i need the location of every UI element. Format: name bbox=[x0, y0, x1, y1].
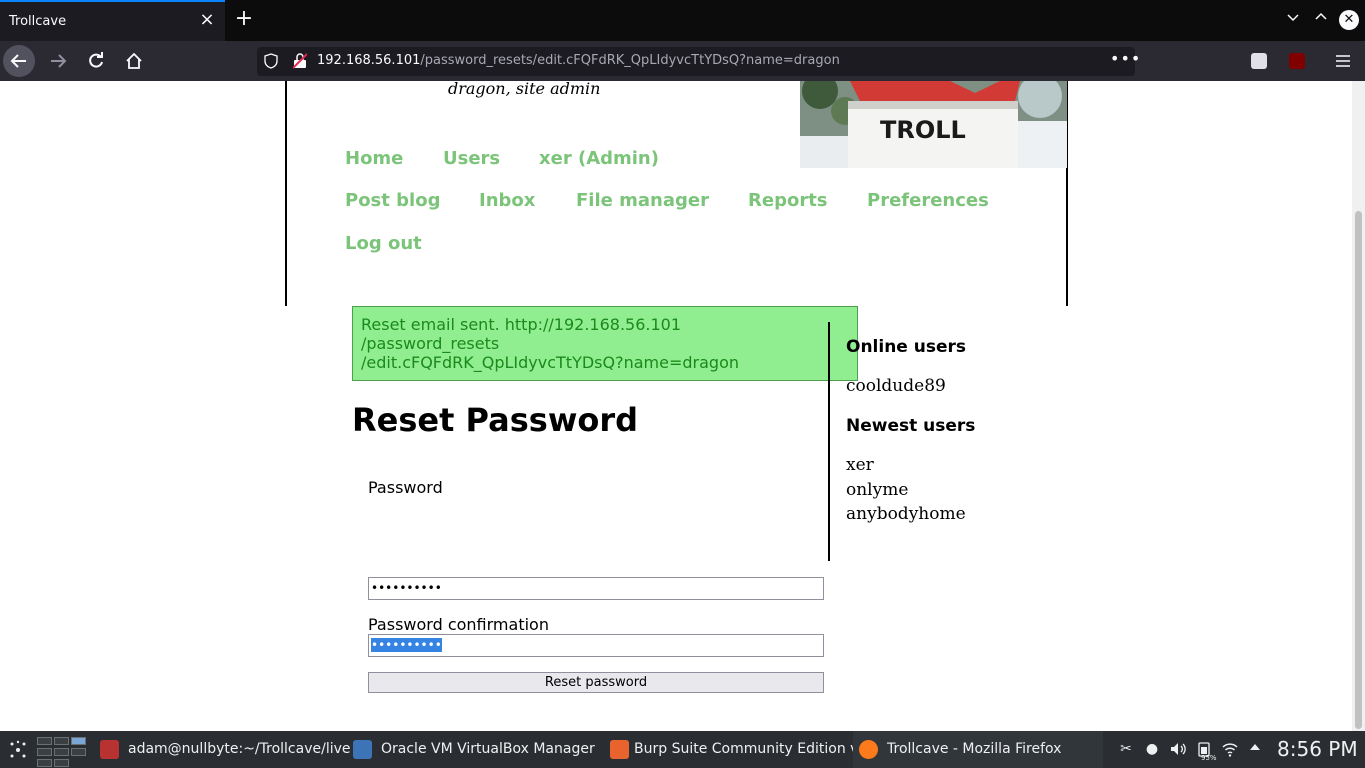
forward-icon[interactable] bbox=[42, 45, 74, 77]
tab-title: Trollcave bbox=[9, 14, 67, 29]
nav-current-user[interactable]: xer (Admin) bbox=[539, 148, 659, 169]
nav-inbox[interactable]: Inbox bbox=[479, 190, 535, 211]
browser-tab[interactable]: Trollcave × bbox=[0, 0, 225, 41]
nav-file-manager[interactable]: File manager bbox=[576, 190, 709, 211]
flash-line: /edit.cFQFdRK_QpLIdyvcTtYDsQ?name=dragon bbox=[361, 353, 739, 372]
virtual-desktop-pager[interactable] bbox=[37, 734, 88, 767]
task-burp-suite[interactable]: Burp Suite Community Edition v2... bbox=[634, 731, 881, 768]
close-tab-icon[interactable]: × bbox=[199, 11, 215, 29]
nav-preferences[interactable]: Preferences bbox=[867, 190, 989, 211]
nav-log-out[interactable]: Log out bbox=[345, 233, 422, 254]
battery-percent: 95% bbox=[1201, 754, 1217, 762]
tracking-shield-icon[interactable] bbox=[264, 53, 278, 69]
newest-user-link[interactable]: xer bbox=[846, 455, 874, 475]
troll-sign-graphic: TROLL bbox=[800, 81, 1067, 168]
task-terminal[interactable]: adam@nullbyte:~/Trollcave/live bbox=[128, 731, 351, 768]
task-virtualbox[interactable]: Oracle VM VirtualBox Manager bbox=[381, 731, 595, 768]
online-users-heading: Online users bbox=[846, 337, 967, 357]
newest-users-heading: Newest users bbox=[846, 416, 976, 436]
url-bar[interactable]: 192.168.56.101/password_resets/edit.cFQF… bbox=[257, 47, 1140, 76]
firefox-icon bbox=[859, 740, 878, 759]
menu-icon[interactable] bbox=[1335, 53, 1351, 69]
page-scrollbar[interactable] bbox=[1352, 81, 1365, 731]
volume-icon[interactable] bbox=[1169, 740, 1187, 758]
nav-users[interactable]: Users bbox=[443, 148, 500, 169]
new-tab-icon[interactable]: + bbox=[233, 8, 255, 30]
troll-logo-image: TROLL bbox=[800, 81, 1067, 168]
page-title: Reset Password bbox=[352, 401, 639, 439]
flash-notice: Reset email sent. http://192.168.56.101 … bbox=[352, 306, 858, 381]
scrollbar-thumb[interactable] bbox=[1355, 211, 1362, 729]
reset-password-button[interactable]: Reset password bbox=[368, 672, 824, 693]
ublock-origin-icon[interactable] bbox=[1289, 53, 1305, 69]
flash-line: /password_resets bbox=[361, 334, 500, 353]
clock[interactable]: 8:56 PM bbox=[1277, 737, 1358, 761]
tab-bar: Trollcave × + ✕ bbox=[0, 0, 1365, 41]
content-divider bbox=[828, 322, 830, 561]
back-icon[interactable] bbox=[3, 45, 35, 77]
extension-icon[interactable] bbox=[1251, 53, 1267, 69]
site-subtitle: dragon, site admin bbox=[448, 81, 601, 98]
reload-icon[interactable] bbox=[80, 45, 112, 77]
password-value: •••••••••• bbox=[371, 581, 442, 595]
wifi-icon[interactable] bbox=[1221, 740, 1239, 758]
task-firefox[interactable]: Trollcave - Mozilla Firefox bbox=[887, 731, 1061, 768]
flash-line: Reset email sent. http://192.168.56.101 bbox=[361, 315, 682, 334]
online-user-link[interactable]: cooldude89 bbox=[846, 376, 946, 396]
newest-user-link[interactable]: anybodyhome bbox=[846, 504, 966, 524]
nav-home[interactable]: Home bbox=[345, 148, 403, 169]
password-confirmation-value: •••••••••• bbox=[371, 638, 442, 652]
virtualbox-icon bbox=[353, 740, 372, 759]
newest-user-link[interactable]: onlyme bbox=[846, 480, 908, 500]
header-border-left bbox=[285, 81, 287, 306]
url-host: 192.168.56.101 bbox=[317, 53, 421, 68]
tray-expand-icon[interactable] bbox=[1246, 740, 1264, 758]
page-actions-icon[interactable]: ••• bbox=[1110, 49, 1141, 68]
password-confirmation-label: Password confirmation bbox=[368, 615, 549, 634]
logo-text: TROLL bbox=[880, 116, 966, 144]
password-input[interactable]: •••••••••• bbox=[368, 577, 824, 600]
page-viewport: dragon, site admin TROLL Home Users xer … bbox=[0, 81, 1352, 731]
chevron-down-icon[interactable] bbox=[1282, 9, 1304, 31]
password-label: Password bbox=[368, 478, 443, 497]
password-confirmation-input[interactable]: •••••••••• bbox=[368, 634, 824, 657]
lightbulb-icon[interactable]: ● bbox=[1143, 740, 1161, 758]
navigation-toolbar: 192.168.56.101/password_resets/edit.cFQF… bbox=[0, 41, 1365, 81]
burp-suite-icon bbox=[610, 740, 629, 759]
insecure-lock-icon[interactable] bbox=[293, 53, 307, 69]
terminal-icon bbox=[100, 740, 119, 759]
scissors-icon[interactable]: ✂ bbox=[1117, 740, 1135, 758]
window-close-icon[interactable]: ✕ bbox=[1339, 10, 1359, 30]
url-text[interactable]: 192.168.56.101/password_resets/edit.cFQF… bbox=[317, 53, 840, 68]
application-launcher-icon[interactable] bbox=[8, 740, 28, 760]
maximize-icon[interactable] bbox=[1310, 9, 1332, 31]
taskbar: adam@nullbyte:~/Trollcave/live Oracle VM… bbox=[0, 731, 1365, 768]
home-icon[interactable] bbox=[118, 45, 150, 77]
nav-post-blog[interactable]: Post blog bbox=[345, 190, 440, 211]
nav-reports[interactable]: Reports bbox=[748, 190, 828, 211]
url-path: /password_resets/edit.cFQFdRK_QpLIdyvcTt… bbox=[420, 53, 840, 68]
